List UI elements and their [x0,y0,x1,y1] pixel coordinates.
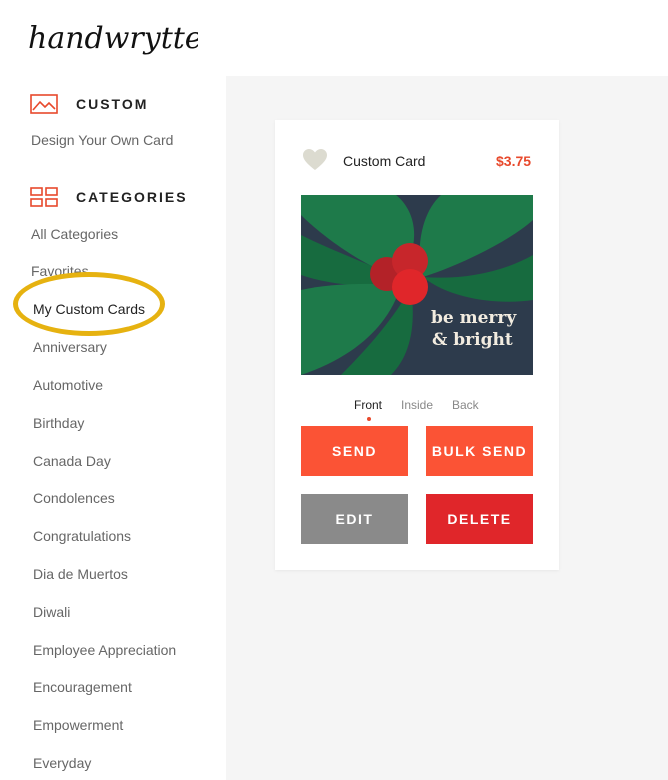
tab-inside[interactable]: Inside [401,398,433,412]
category-everyday[interactable]: Everyday [33,755,91,771]
category-encouragement[interactable]: Encouragement [33,679,132,695]
category-dia-de-muertos[interactable]: Dia de Muertos [33,566,128,582]
tab-front[interactable]: Front [354,398,382,412]
custom-title: CUSTOM [76,96,149,112]
active-tab-indicator [367,417,371,421]
category-employee-appreciation[interactable]: Employee Appreciation [33,642,176,658]
bulk-send-button[interactable]: BULK SEND [426,426,533,476]
card-name: Custom Card [343,153,426,169]
card-price: $3.75 [496,153,532,169]
edit-button[interactable]: EDIT [301,494,408,544]
category-congratulations[interactable]: Congratulations [33,528,131,544]
category-anniversary[interactable]: Anniversary [33,339,107,355]
category-all-categories[interactable]: All Categories [31,226,118,242]
image-icon [30,94,58,114]
svg-text:be merry: be merry [431,308,517,328]
category-automotive[interactable]: Automotive [33,377,103,393]
heart-icon[interactable] [302,148,328,172]
category-birthday[interactable]: Birthday [33,415,84,431]
custom-section-header: CUSTOM [30,94,148,114]
category-empowerment[interactable]: Empowerment [33,717,123,733]
design-your-own-card-link[interactable]: Design Your Own Card [31,132,173,148]
category-diwali[interactable]: Diwali [33,604,70,620]
category-my-custom-cards[interactable]: My Custom Cards [33,301,145,317]
categories-title: CATEGORIES [76,189,188,205]
top-header: handwrytten [0,0,668,76]
card-front-image[interactable]: be merry & bright [301,195,533,375]
category-condolences[interactable]: Condolences [33,490,115,506]
category-canada-day[interactable]: Canada Day [33,453,111,469]
category-favorites[interactable]: Favorites [31,263,89,279]
delete-button[interactable]: DELETE [426,494,533,544]
tab-back[interactable]: Back [452,398,479,412]
grid-icon [30,187,58,207]
send-button[interactable]: SEND [301,426,408,476]
svg-text:& bright: & bright [432,330,513,350]
handwrytten-logo[interactable]: handwrytten [28,10,198,66]
svg-text:handwrytten: handwrytten [28,21,198,56]
categories-section-header: CATEGORIES [30,187,188,207]
